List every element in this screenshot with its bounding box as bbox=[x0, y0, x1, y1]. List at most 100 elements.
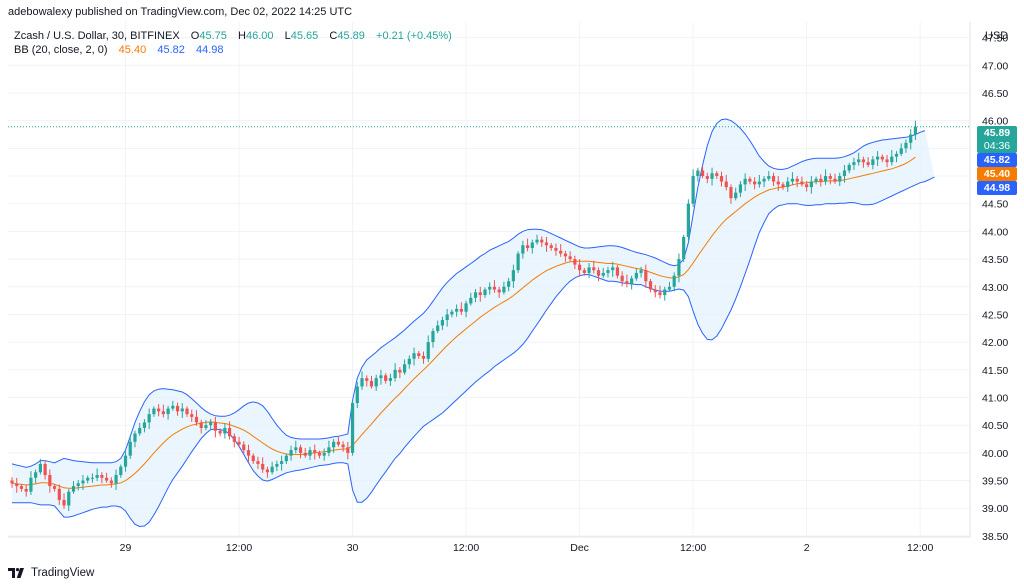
candle-body bbox=[828, 176, 832, 179]
candle-body bbox=[771, 176, 776, 182]
candle-body bbox=[630, 278, 634, 284]
close-value: 45.89 bbox=[337, 30, 365, 42]
indicator-title[interactable]: BB (20, close, 2, 0) bbox=[14, 44, 108, 56]
candle-body bbox=[710, 173, 714, 179]
y-tick-label: 39.00 bbox=[982, 503, 1008, 515]
bb-lower-tag: 44.98 bbox=[977, 181, 1017, 195]
candle-body bbox=[469, 297, 473, 304]
candle-body bbox=[303, 452, 307, 456]
y-tick-label: 38.50 bbox=[982, 531, 1008, 543]
y-tick-label: 41.00 bbox=[982, 393, 1008, 405]
candle-body bbox=[402, 364, 407, 373]
candle-body bbox=[578, 264, 582, 271]
candle-body bbox=[525, 245, 530, 249]
candle-body bbox=[332, 441, 336, 448]
candle-body bbox=[473, 292, 478, 298]
y-tick-label: 41.50 bbox=[982, 365, 1008, 377]
candle-body bbox=[568, 256, 572, 260]
candle-body bbox=[535, 239, 539, 243]
candle-body bbox=[190, 414, 194, 417]
candle-body bbox=[852, 162, 856, 165]
candle-body bbox=[365, 378, 369, 381]
candle-body bbox=[171, 405, 175, 409]
candle-body bbox=[743, 178, 747, 185]
chart-window: 47.5047.0046.5046.0045.5045.0044.5044.00… bbox=[0, 0, 1024, 588]
price-chart[interactable]: 47.5047.0046.5046.0045.5045.0044.5044.00… bbox=[0, 0, 1024, 588]
candle-body bbox=[289, 450, 293, 456]
open-value: 45.75 bbox=[199, 30, 227, 42]
candle-body bbox=[587, 267, 591, 273]
candle-body bbox=[715, 173, 719, 177]
candle-body bbox=[667, 286, 672, 290]
y-tick-label: 42.50 bbox=[982, 309, 1008, 321]
y-tick-label: 43.00 bbox=[982, 282, 1008, 294]
candle-body bbox=[336, 441, 340, 445]
candle-body bbox=[237, 441, 241, 445]
candle-body bbox=[625, 281, 629, 284]
candle-body bbox=[682, 236, 686, 260]
candle-body bbox=[686, 203, 690, 237]
candle-body bbox=[790, 178, 795, 182]
low-value: 45.65 bbox=[290, 30, 319, 42]
bb-upper-tag: 45.82 bbox=[977, 153, 1017, 167]
candle-body bbox=[421, 355, 426, 359]
candle-body bbox=[213, 422, 217, 431]
candle-body bbox=[407, 358, 411, 365]
candle bbox=[696, 167, 700, 182]
candle-body bbox=[648, 281, 653, 290]
candle-body bbox=[445, 314, 449, 320]
candle-body bbox=[805, 184, 809, 188]
y-tick-label: 44.00 bbox=[982, 226, 1008, 238]
price-axis: 47.5047.0046.5046.0045.5045.0044.5044.00… bbox=[982, 33, 1008, 543]
candle-body bbox=[76, 483, 80, 487]
candle-body bbox=[819, 178, 823, 182]
candle-body bbox=[388, 378, 392, 381]
candle-body bbox=[175, 405, 180, 412]
candle-body bbox=[894, 153, 899, 157]
candle-body bbox=[833, 178, 837, 182]
candle-body bbox=[596, 270, 601, 276]
indicator-legend: BB (20, close, 2, 0) 45.40 45.82 44.98 bbox=[14, 44, 224, 56]
y-tick-label: 44.50 bbox=[982, 199, 1008, 211]
candle-body bbox=[426, 342, 430, 359]
candle-body bbox=[246, 450, 251, 456]
candle-body bbox=[185, 408, 189, 415]
candle-body bbox=[369, 380, 374, 387]
candle-body bbox=[86, 477, 90, 481]
x-tick-label: 29 bbox=[120, 542, 132, 554]
candle-body bbox=[261, 463, 265, 470]
candle-body bbox=[753, 181, 757, 185]
candle-body bbox=[762, 178, 766, 182]
candle-body bbox=[157, 408, 161, 412]
candle-body bbox=[814, 178, 818, 182]
y-tick-label: 46.50 bbox=[982, 88, 1008, 100]
candle-body bbox=[10, 480, 14, 484]
symbol-title[interactable]: Zcash / U.S. Dollar, 30, BITFINEX bbox=[14, 30, 180, 42]
candle-body bbox=[209, 422, 213, 426]
candle-body bbox=[875, 156, 880, 160]
candle-body bbox=[251, 455, 255, 462]
candle-body bbox=[265, 469, 270, 473]
candle-body bbox=[232, 436, 236, 442]
x-tick-label: 12:00 bbox=[907, 542, 933, 554]
candle-body bbox=[729, 187, 733, 199]
y-tick-label: 39.50 bbox=[982, 476, 1008, 488]
candle-body bbox=[909, 134, 913, 143]
candle-body bbox=[823, 176, 828, 182]
candle-body bbox=[913, 126, 918, 135]
candle-body bbox=[847, 164, 851, 171]
candle-body bbox=[464, 303, 468, 312]
candle-body bbox=[502, 286, 506, 293]
bb-basis-tag: 45.40 bbox=[977, 167, 1017, 181]
candle-body bbox=[48, 475, 52, 487]
footer-brand[interactable]: TradingView bbox=[8, 567, 94, 579]
y-tick-label: 40.00 bbox=[982, 448, 1008, 460]
candle-body bbox=[634, 272, 638, 279]
x-tick-label: 12:00 bbox=[226, 542, 252, 554]
candle-body bbox=[256, 461, 260, 464]
candle-body bbox=[890, 156, 894, 163]
candle-body bbox=[899, 148, 903, 154]
candle-body bbox=[644, 270, 648, 282]
candle-body bbox=[142, 422, 147, 428]
last-price-tag: 45.89 bbox=[977, 126, 1017, 140]
